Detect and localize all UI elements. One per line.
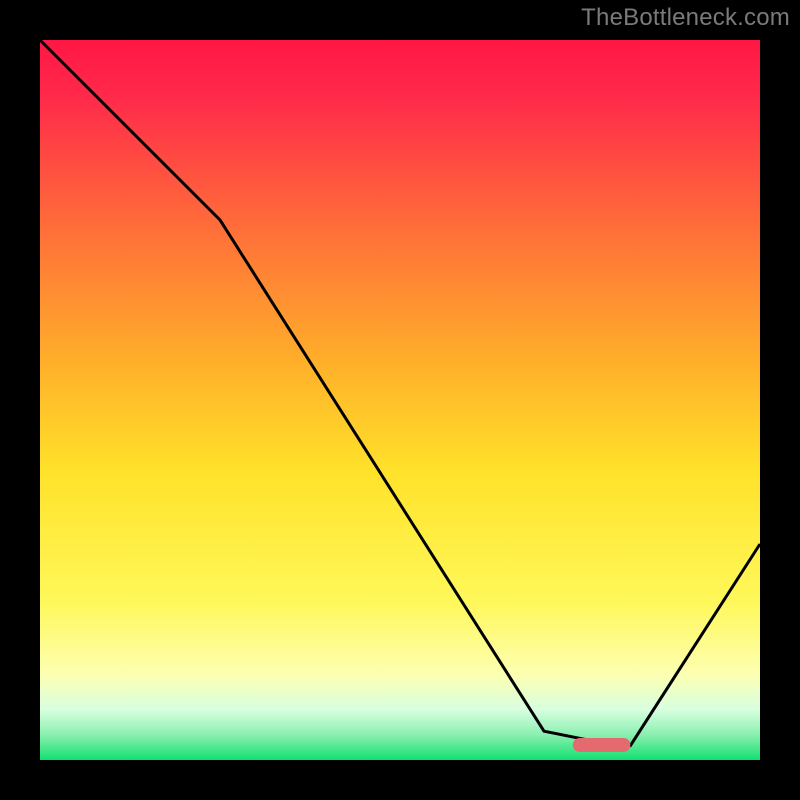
optimal-marker xyxy=(573,738,631,752)
watermark-label: TheBottleneck.com xyxy=(581,4,790,32)
bottleneck-chart xyxy=(0,0,800,800)
